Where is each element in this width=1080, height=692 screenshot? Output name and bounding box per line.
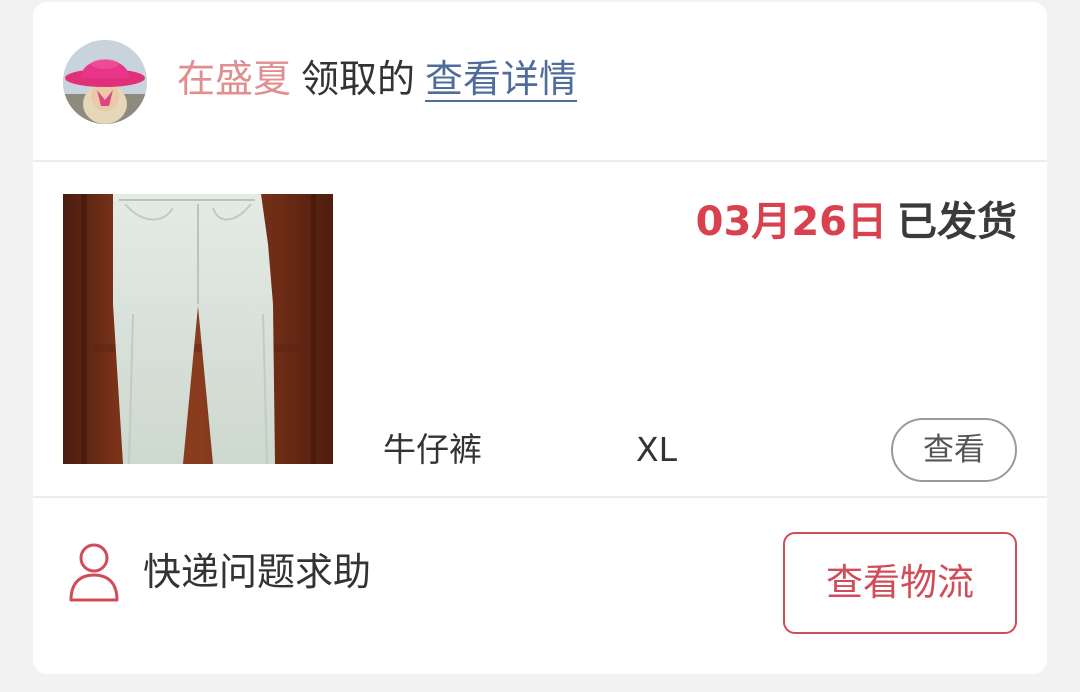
jeans-photo [63, 194, 333, 464]
gift-order-card: 在盛夏 领取的 查看详情 03月26日 已发货 牛仔裤 XL 查看 快递问题求助… [33, 2, 1047, 674]
card-header: 在盛夏 领取的 查看详情 [33, 2, 1047, 162]
person-icon [69, 543, 119, 602]
view-details-link[interactable]: 查看详情 [425, 57, 577, 101]
avatar-image [63, 40, 147, 124]
product-row: 03月26日 已发货 牛仔裤 XL 查看 [33, 162, 1047, 498]
header-text: 在盛夏 领取的 查看详情 [177, 54, 577, 104]
product-name: 牛仔裤 [383, 430, 482, 469]
card-footer: 快递问题求助 查看物流 [33, 498, 1047, 674]
view-logistics-button[interactable]: 查看物流 [783, 532, 1017, 634]
received-label: 领取的 [301, 57, 416, 101]
view-button[interactable]: 查看 [891, 418, 1017, 482]
product-image[interactable] [63, 194, 333, 464]
ship-status-text: 已发货 [897, 199, 1017, 245]
help-label: 快递问题求助 [143, 550, 372, 594]
product-size: XL [636, 430, 677, 469]
receiver-name[interactable]: 在盛夏 [177, 57, 291, 101]
avatar[interactable] [63, 40, 147, 124]
shipping-status: 03月26日 已发货 [696, 196, 1017, 248]
ship-date: 03月26日 [695, 199, 887, 245]
